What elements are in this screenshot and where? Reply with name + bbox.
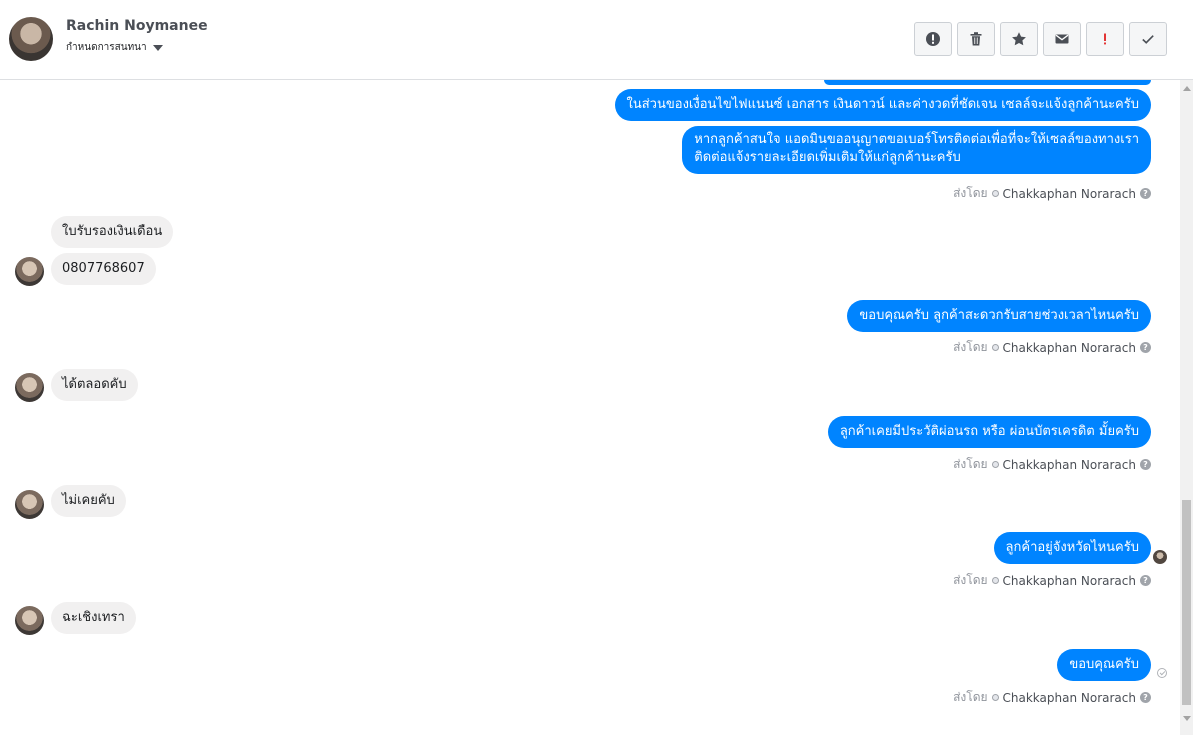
message-bubble-incoming: 0807768607 <box>51 253 156 285</box>
help-icon[interactable]: ? <box>1140 342 1151 353</box>
help-icon[interactable]: ? <box>1140 692 1151 703</box>
message-line: ติดต่อแจ้งรายละเอียดเพิ่มเติมให้แก่ลูกค้… <box>694 150 961 165</box>
star-icon <box>1012 32 1026 46</box>
page-icon <box>991 461 999 468</box>
trash-icon <box>970 32 982 46</box>
sent-by-label: ส่งโดย Chakkaphan Norarach ? <box>953 338 1151 357</box>
agent-name[interactable]: Chakkaphan Norarach <box>1003 691 1136 705</box>
mark-unread-button[interactable] <box>1043 22 1081 56</box>
contact-avatar[interactable] <box>9 17 53 61</box>
message-bubble-incoming: ใบรับรองเงินเดือน <box>51 216 174 248</box>
message-thread: ในส่วนของเงื่อนไขไฟแนนซ์ เอกสาร เงินดาวน… <box>0 80 1180 735</box>
agent-name[interactable]: Chakkaphan Norarach <box>1003 574 1136 588</box>
sent-by-label: ส่งโดย Chakkaphan Norarach ? <box>953 184 1151 203</box>
sent-by-label: ส่งโดย Chakkaphan Norarach ? <box>953 455 1151 474</box>
envelope-icon <box>1055 34 1069 44</box>
sent-by-prefix: ส่งโดย <box>953 186 988 200</box>
assign-conversation-label: กำหนดการสนทนา <box>66 42 147 53</box>
message-bubble-incoming: ฉะเชิงเทรา <box>51 602 136 634</box>
message-line: หากลูกค้าสนใจ แอดมินขออนุญาตขอเบอร์โทรติ… <box>694 132 1139 147</box>
agent-name[interactable]: Chakkaphan Norarach <box>1003 341 1136 355</box>
message-bubble-outgoing: ในส่วนของเงื่อนไขไฟแนนซ์ เอกสาร เงินดาวน… <box>614 89 1151 121</box>
contact-name[interactable]: Rachin Noymanee <box>66 18 208 34</box>
check-icon <box>1142 35 1154 44</box>
message-bubble-outgoing: ลูกค้าเคยมีประวัติผ่อนรถ หรือ ผ่อนบัตรเค… <box>827 416 1151 448</box>
conversation-header: Rachin Noymanee กำหนดการสนทนา <box>0 0 1193 80</box>
contact-avatar-small <box>15 606 44 635</box>
star-button[interactable] <box>1000 22 1038 56</box>
contact-avatar-small <box>15 373 44 402</box>
page-icon <box>991 190 999 197</box>
scroll-up-arrow-icon[interactable] <box>1183 86 1191 91</box>
mark-spam-button[interactable] <box>914 22 952 56</box>
contact-avatar-small <box>15 257 44 286</box>
agent-name[interactable]: Chakkaphan Norarach <box>1003 458 1136 472</box>
page-icon <box>991 577 999 584</box>
message-bubble-outgoing: ขอบคุณครับ ลูกค้าสะดวกรับสายช่วงเวลาไหนค… <box>847 300 1151 332</box>
sent-by-label: ส่งโดย Chakkaphan Norarach ? <box>953 688 1151 707</box>
mark-done-button[interactable] <box>1129 22 1167 56</box>
caret-down-icon <box>152 44 163 51</box>
scrollbar-thumb[interactable] <box>1182 500 1191 705</box>
help-icon[interactable]: ? <box>1140 575 1151 586</box>
seen-avatar <box>1153 550 1167 564</box>
message-bubble-outgoing: ลูกค้าอยู่จังหวัดไหนครับ <box>993 532 1151 564</box>
agent-name[interactable]: Chakkaphan Norarach <box>1003 187 1136 201</box>
delete-button[interactable] <box>957 22 995 56</box>
thread-scrollbar[interactable] <box>1180 80 1193 735</box>
message-bubble-outgoing <box>824 80 1151 85</box>
mark-important-button[interactable] <box>1086 22 1124 56</box>
message-bubble-outgoing: หากลูกค้าสนใจ แอดมินขออนุญาตขอเบอร์โทรติ… <box>682 126 1151 174</box>
sent-by-prefix: ส่งโดย <box>953 573 988 587</box>
help-icon[interactable]: ? <box>1140 188 1151 199</box>
scroll-down-arrow-icon[interactable] <box>1183 716 1191 721</box>
sent-by-prefix: ส่งโดย <box>953 340 988 354</box>
page-icon <box>991 344 999 351</box>
page-icon <box>991 694 999 701</box>
contact-avatar-small <box>15 490 44 519</box>
sent-by-label: ส่งโดย Chakkaphan Norarach ? <box>953 571 1151 590</box>
alert-circle-icon <box>926 32 940 46</box>
sent-by-prefix: ส่งโดย <box>953 457 988 471</box>
action-toolbar <box>914 22 1167 56</box>
exclamation-icon <box>1104 33 1106 45</box>
assign-conversation-dropdown[interactable]: กำหนดการสนทนา <box>66 40 163 55</box>
message-bubble-outgoing: ขอบคุณครับ <box>1057 649 1151 681</box>
message-bubble-incoming: ได้ตลอดคับ <box>51 369 138 401</box>
message-bubble-incoming: ไม่เคยคับ <box>51 485 126 517</box>
delivered-check-icon <box>1157 668 1167 678</box>
help-icon[interactable]: ? <box>1140 459 1151 470</box>
sent-by-prefix: ส่งโดย <box>953 690 988 704</box>
